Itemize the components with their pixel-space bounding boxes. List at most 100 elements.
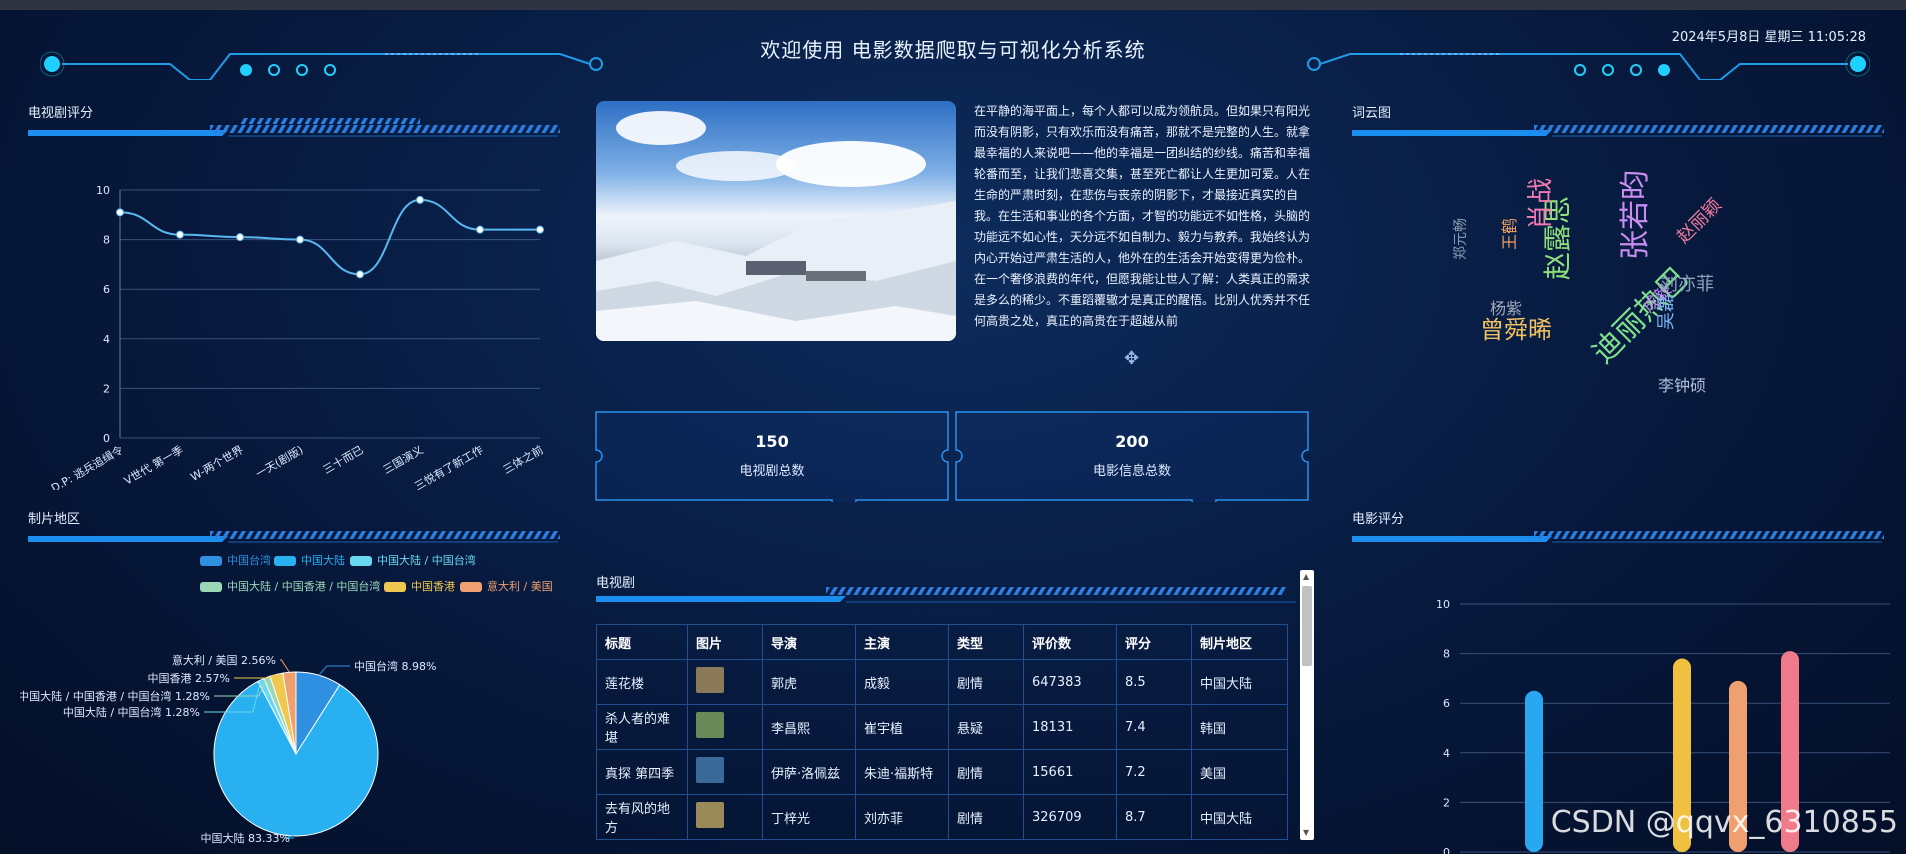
line-point	[536, 225, 544, 234]
legend-label: 中国香港	[411, 580, 455, 593]
cell-region: 美国	[1191, 749, 1288, 795]
legend-item[interactable]: 中国大陆	[274, 552, 345, 568]
hatch-strip-4	[1534, 524, 1884, 539]
x-tick-label: 一天(剧版)	[253, 442, 306, 480]
line-point	[356, 270, 364, 279]
y-tick-label: 6	[1443, 697, 1450, 710]
watermark: CSDN @qqvx_6310855	[1550, 805, 1898, 840]
cell-title: 真探 第四季	[596, 749, 688, 795]
cell-score: 8.5	[1116, 659, 1192, 705]
wordcloud-word: 王鹤	[1500, 217, 1519, 250]
col-score: 评分	[1116, 624, 1192, 660]
col-votes: 评价数	[1023, 624, 1117, 660]
thumbnail	[696, 667, 724, 693]
legend-swatch	[200, 556, 222, 566]
pie-label: 中国台湾 8.98%	[354, 659, 436, 673]
col-image: 图片	[687, 624, 763, 660]
cell-image	[687, 794, 763, 840]
y-tick-label: 0	[103, 432, 110, 445]
cell-director: 丁梓光	[762, 794, 856, 840]
cell-score: 8.7	[1116, 794, 1192, 840]
cell-title: 杀人者的难堪	[596, 704, 688, 750]
pie-label: 中国大陆 / 中国香港 / 中国台湾 1.28%	[20, 689, 210, 703]
y-tick-label: 8	[103, 234, 110, 247]
col-title: 标题	[596, 624, 688, 660]
col-director: 导演	[762, 624, 856, 660]
cell-star: 朱迪·福斯特	[855, 749, 949, 795]
cell-genre: 剧情	[948, 749, 1024, 795]
cell-director: 郭虎	[762, 659, 856, 705]
x-tick-label: 三体之前	[500, 442, 545, 476]
scroll-down-icon[interactable]: ▼	[1303, 828, 1309, 838]
datetime-display: 2024年5月8日 星期三 11:05:28	[1671, 30, 1866, 45]
cell-image	[687, 749, 763, 795]
line-point	[116, 208, 124, 217]
cell-director: 李昌熙	[762, 704, 856, 750]
col-genre: 类型	[948, 624, 1024, 660]
tv-table: 标题 图片 导演 主演 类型 评价数 评分 制片地区 莲花楼 郭虎 成毅 剧情 …	[596, 624, 1288, 840]
line-point	[176, 230, 184, 239]
stat-value-movie-total: 200	[1115, 432, 1149, 451]
table-row[interactable]: 去有风的地方 丁梓光 刘亦菲 剧情 326709 8.7 中国大陆	[596, 794, 1288, 840]
cell-star: 刘亦菲	[855, 794, 949, 840]
stat-value-tv-total: 150	[755, 432, 789, 451]
line-point	[296, 235, 304, 244]
line-point	[476, 225, 484, 234]
cell-genre: 剧情	[948, 659, 1024, 705]
window-top-strip	[0, 0, 1906, 10]
legend-item[interactable]: 中国大陆 / 中国台湾	[350, 552, 476, 568]
hatch-strip-5	[826, 580, 1286, 595]
legend-label: 意大利 / 美国	[487, 580, 553, 593]
y-tick-label: 2	[103, 382, 110, 395]
bar	[1525, 690, 1543, 852]
scrollbar-thumb[interactable]	[1302, 586, 1312, 666]
x-tick-label: 三国演义	[380, 442, 425, 476]
pie-label-line	[280, 659, 290, 673]
table-header-row: 标题 图片 导演 主演 类型 评价数 评分 制片地区	[596, 624, 1288, 660]
cell-image	[687, 659, 763, 705]
wordcloud-word: 李钟硕	[1658, 376, 1707, 395]
stat-label-tv-total: 电视剧总数	[739, 464, 805, 479]
cell-score: 7.4	[1116, 704, 1192, 750]
table-row[interactable]: 杀人者的难堪 李昌熙 崔宇植 悬疑 18131 7.4 韩国	[596, 704, 1288, 750]
wordcloud-word: 郑元畅	[1453, 218, 1469, 260]
legend-swatch	[350, 556, 372, 566]
pie-label: 意大利 / 美国 2.56%	[172, 653, 276, 667]
x-tick-label: D.P: 逃兵追缉令	[49, 442, 126, 490]
cell-director: 伊萨·洛佩兹	[762, 749, 856, 795]
stat-label-movie-total: 电影信息总数	[1092, 464, 1171, 479]
x-tick-label: W-两个世界	[188, 443, 245, 483]
y-tick-label: 2	[1443, 796, 1450, 809]
thumbnail	[696, 712, 724, 738]
landscape-photo	[596, 101, 956, 341]
legend-item[interactable]: 中国香港	[384, 578, 455, 594]
y-tick-label: 10	[96, 184, 110, 197]
legend-swatch	[274, 556, 296, 566]
legend-label: 中国大陆 / 中国台湾	[377, 554, 476, 567]
scroll-up-icon[interactable]: ▲	[1303, 572, 1309, 582]
table-row[interactable]: 莲花楼 郭虎 成毅 剧情 647383 8.5 中国大陆	[596, 659, 1288, 705]
legend-item[interactable]: 中国台湾	[200, 552, 271, 568]
table-scrollbar[interactable]: ▲ ▼	[1300, 570, 1314, 840]
y-tick-label: 6	[103, 283, 110, 296]
cell-score: 7.2	[1116, 749, 1192, 795]
cell-region: 韩国	[1191, 704, 1288, 750]
legend-swatch	[200, 582, 222, 592]
region-pie-chart: 中国台湾 8.98% 中国大陆 83.33% 中国大陆 / 中国台湾 1.28% 中国…	[20, 640, 560, 854]
hatch-strip-2	[210, 524, 560, 539]
cell-star: 崔宇植	[855, 704, 949, 750]
crosshair-icon: ✥	[1124, 348, 1140, 369]
table-row[interactable]: 真探 第四季 伊萨·洛佩兹 朱迪·福斯特 剧情 15661 7.2 美国	[596, 749, 1288, 795]
legend-item[interactable]: 中国大陆 / 中国香港 / 中国台湾	[200, 578, 380, 594]
x-tick-label: V世代 第一季	[121, 442, 185, 487]
pie-label: 中国大陆 / 中国台湾 1.28%	[63, 705, 200, 719]
wordcloud-panel: 迪丽热巴 张若昀 赵露思 肖战 曾舜晞 赵丽颖 刘亦菲 吴磊 李钟硕 杨紫 成毅 王鹤 郑元畅	[1440, 170, 1740, 430]
y-tick-label: 4	[103, 333, 110, 346]
cell-votes: 647383	[1023, 659, 1117, 705]
cell-region: 中国大陆	[1191, 794, 1288, 840]
legend-label: 中国大陆	[301, 554, 345, 567]
legend-item[interactable]: 意大利 / 美国	[460, 578, 553, 594]
x-tick-label: 三悦有了新工作	[412, 442, 486, 490]
hatch-strip-3	[1534, 118, 1884, 133]
wordcloud-word: 杨紫	[1490, 299, 1523, 318]
